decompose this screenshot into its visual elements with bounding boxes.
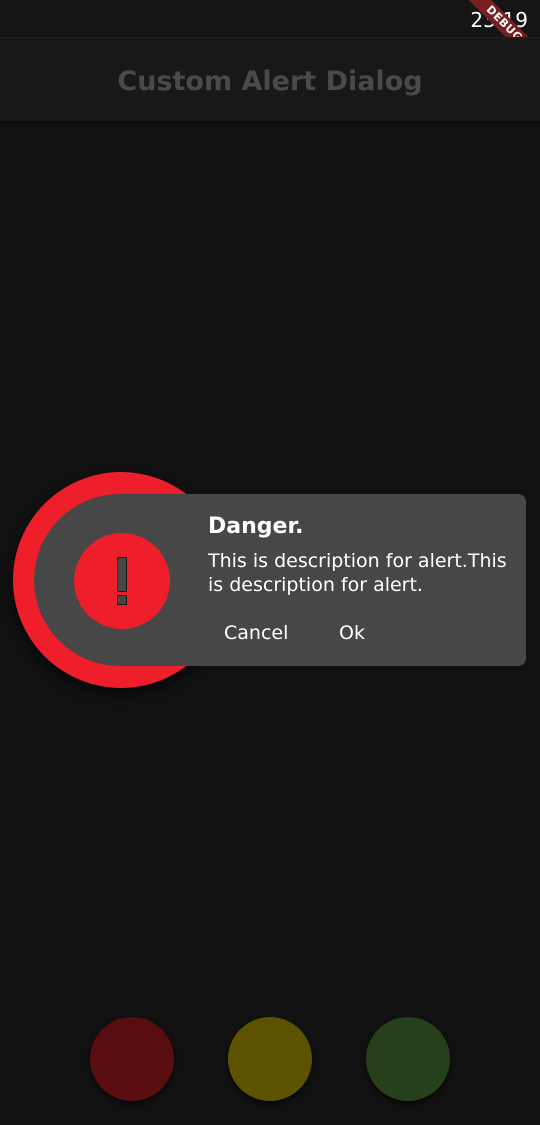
page-title: Custom Alert Dialog <box>117 66 423 97</box>
red-alert-button[interactable] <box>90 1017 174 1101</box>
green-alert-button[interactable] <box>366 1017 450 1101</box>
alert-description: This is description for alert.This is de… <box>208 550 507 596</box>
ok-button[interactable]: Ok <box>339 622 365 644</box>
cancel-button[interactable]: Cancel <box>224 622 288 644</box>
exclamation-bar <box>117 557 127 592</box>
yellow-alert-button[interactable] <box>228 1017 312 1101</box>
alert-title: Danger. <box>208 514 304 539</box>
app-bar: Custom Alert Dialog <box>0 37 540 121</box>
exclamation-dot <box>117 595 127 605</box>
status-bar: 23:19 <box>0 0 540 37</box>
exclamation-icon <box>74 533 170 629</box>
